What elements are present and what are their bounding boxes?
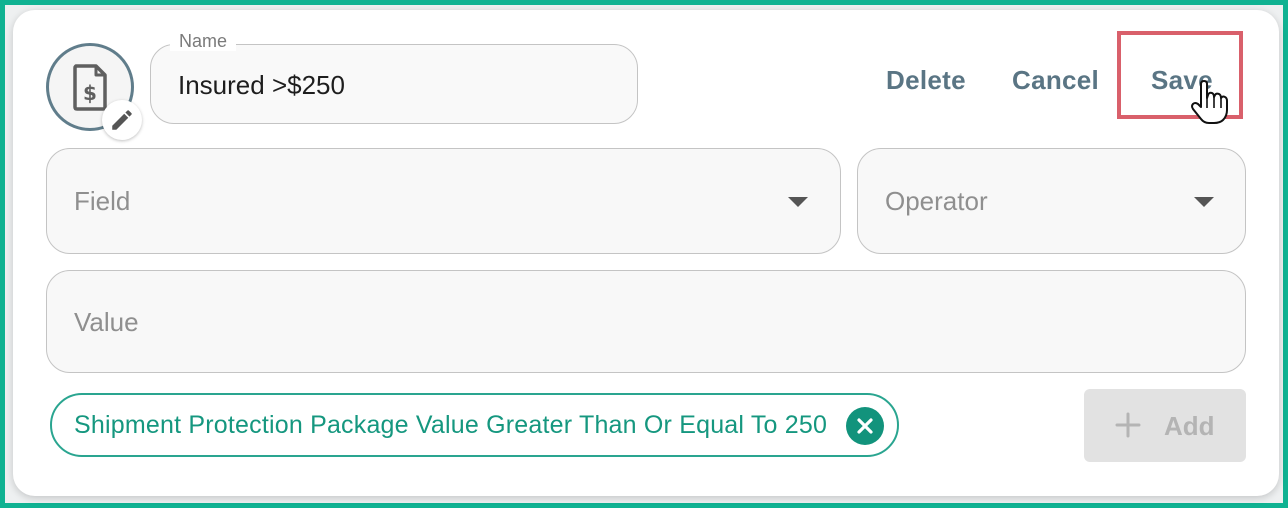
value-input-placeholder: Value — [74, 307, 139, 337]
pencil-icon — [112, 110, 132, 130]
name-field-value[interactable]: Insured >$250 — [178, 70, 345, 100]
document-dollar-icon: $ — [73, 64, 107, 111]
delete-button[interactable]: Delete — [886, 64, 966, 96]
svg-text:$: $ — [83, 81, 97, 105]
add-button-label: Add — [1164, 411, 1215, 441]
hand-pointer-icon — [1191, 80, 1228, 124]
field-select[interactable] — [46, 148, 841, 254]
close-icon — [857, 418, 873, 434]
cancel-button[interactable]: Cancel — [1012, 64, 1099, 96]
value-input[interactable] — [46, 270, 1246, 373]
field-caret-down-icon — [788, 197, 808, 207]
edit-avatar-button[interactable] — [102, 100, 142, 140]
chip-remove-button[interactable] — [846, 407, 884, 445]
condition-chip-label: Shipment Protection Package Value Greate… — [74, 411, 828, 439]
field-select-placeholder: Field — [74, 186, 131, 216]
operator-caret-down-icon — [1194, 197, 1214, 207]
plus-icon — [1115, 412, 1141, 438]
name-field-label: Name — [170, 31, 237, 51]
operator-select-placeholder: Operator — [885, 186, 988, 216]
